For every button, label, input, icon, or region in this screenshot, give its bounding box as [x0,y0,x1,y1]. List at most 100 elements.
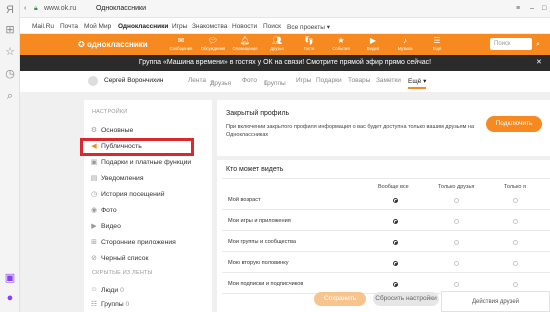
history-icon: ◷ [90,191,98,198]
save-button[interactable]: Сохранить [314,292,366,306]
tab-notes[interactable]: Заметки [376,77,401,84]
row-divider [222,230,550,231]
nav-video[interactable]: ▶ Видео [358,36,388,54]
link-mailru[interactable]: Mail.Ru [32,23,54,30]
visibility-radio[interactable] [513,219,518,224]
visibility-radio[interactable] [513,282,518,287]
nav-events[interactable]: ★ События [326,36,356,54]
lock-icon[interactable]: ▣ [4,272,16,284]
tab-games[interactable]: Игры [296,77,311,84]
history-clock-icon[interactable]: ◷ [4,68,16,80]
star-icon[interactable]: ☆ [4,46,16,58]
reset-button[interactable]: Сбросить настройки [373,292,439,306]
visibility-radio[interactable] [454,219,459,224]
tab-photos[interactable]: Фото [242,77,257,84]
gift-icon: ▣ [90,159,98,166]
visibility-radio[interactable] [393,240,398,245]
menu-item-label: Люди 0 [101,287,124,294]
nav-guests[interactable]: 👣︎ Гости [294,36,324,54]
visibility-row-label: Мой возраст [228,197,261,203]
guests-icon: 👣︎ [303,36,315,45]
visibility-card: Кто может видеть [217,160,550,312]
maximize-icon[interactable]: □ [542,5,546,12]
nav-label: Сообщения [169,46,193,51]
tab-goods[interactable]: Товары [348,77,370,84]
nav-music[interactable]: ♪ Музыка [390,36,420,54]
portal-links: Mail.Ru Почта Мой Мир Одноклассники Игры… [20,18,550,34]
menu-item-label: Подарки и платные функции [101,159,192,166]
nav-messages[interactable]: ✉ Сообщения [166,36,196,54]
menu-section-title: НАСТРОЙКИ [92,109,128,115]
visibility-row-label: Мои игры и приложения [228,218,291,224]
visibility-radio[interactable] [513,261,518,266]
visibility-radio[interactable] [454,198,459,203]
menu-item-label: Фото [101,207,117,214]
tab-more[interactable]: Ещё ▾ [408,77,427,89]
row-divider [222,209,550,210]
link-mail[interactable]: Почта [60,23,78,30]
search-icon[interactable]: ⌕ [536,41,540,49]
menu-item-label: История посещений [101,191,165,198]
menu-item-count: 0 [120,287,124,294]
tab-gifts[interactable]: Подарки [316,77,342,84]
visibility-radio[interactable] [393,282,398,287]
visibility-title: Кто может видеть [226,166,284,173]
tab-feed[interactable]: Лента [188,77,206,84]
link-my-world[interactable]: Мой Мир [84,23,111,30]
camera-icon: ◉ [90,207,98,214]
visibility-radio[interactable] [393,198,398,203]
ok-logo-icon: ✪ [78,40,87,49]
column-everyone: Вообще все [378,184,409,190]
video-icon: ▶ [369,36,377,45]
visibility-radio[interactable] [393,261,398,266]
menu-item-label: Уведомления [101,175,144,182]
url-text[interactable]: www.ok.ru [44,5,76,12]
visibility-radio[interactable] [454,261,459,266]
search-icon[interactable]: ⌕ [4,90,16,102]
menu-item-count: 0 [125,301,130,308]
nav-discussions[interactable]: 💬︎ Обсуждения [198,36,228,54]
link-all-projects[interactable]: Все проекты ▾ [287,23,330,31]
yandex-logo-icon[interactable]: Я [4,4,16,16]
nav-more[interactable]: ☰ Ещё [422,36,452,54]
secure-lock-icon: 🔒︎ [34,5,38,12]
visibility-row-label: Мои группы и сообщества [228,239,297,245]
apps-grid-icon[interactable]: ⊞ [4,24,16,36]
link-games[interactable]: Игры [172,23,187,30]
ok-logo[interactable]: ✪ одноклассники [78,40,148,49]
events-icon: ★ [337,36,345,45]
back-icon[interactable]: ‹ [24,5,26,12]
nav-label: Обсуждения [200,46,226,51]
menu-item-text: Люди [101,287,119,294]
nav-friends[interactable]: 👥︎ Друзья [262,36,292,54]
search-input[interactable]: Поиск [490,38,532,50]
visibility-row-label: Мою вторую половинку [228,260,289,266]
menu-icon[interactable]: ≡ [516,5,520,12]
announcement-banner[interactable]: Группа «Машина времени» в гостях у ОК на… [20,55,550,71]
page-title-text: Одноклассники [96,5,147,12]
address-bar[interactable]: ‹ 🔒︎ www.ok.ru Одноклассники ≡ – □ ✕ [20,0,550,18]
column-only-me: Только я [504,184,526,190]
apps-icon: ⊞ [91,239,97,246]
profile-name[interactable]: Сергей Ворончихин [104,77,163,84]
banner-close-icon[interactable]: ✕ [536,58,542,66]
link-dating[interactable]: Знакомства [192,23,227,30]
minimize-icon[interactable]: – [530,5,534,12]
friends-activity-panel[interactable]: Действия друзей [441,291,550,312]
nav-notifications[interactable]: 🔔︎ Оповещения [230,36,260,54]
site-header: ✪ одноклассники ✉ Сообщения 💬︎ Обсуждения … [20,34,550,55]
link-search[interactable]: Поиск [263,23,281,30]
visibility-radio[interactable] [513,198,518,203]
nav-label: Видео [366,46,380,51]
visibility-radio[interactable] [454,240,459,245]
music-icon: ♪ [403,36,407,45]
visibility-radio[interactable] [513,240,518,245]
nav-label: Гости [303,46,315,51]
link-news[interactable]: Новости [232,23,257,30]
menu-item-label: Видео [101,223,121,230]
connect-button[interactable]: Подключить [486,116,542,132]
link-ok[interactable]: Одноклассники [118,23,168,30]
visibility-radio[interactable] [393,219,398,224]
alice-icon[interactable]: ● [4,292,16,304]
visibility-radio[interactable] [454,282,459,287]
